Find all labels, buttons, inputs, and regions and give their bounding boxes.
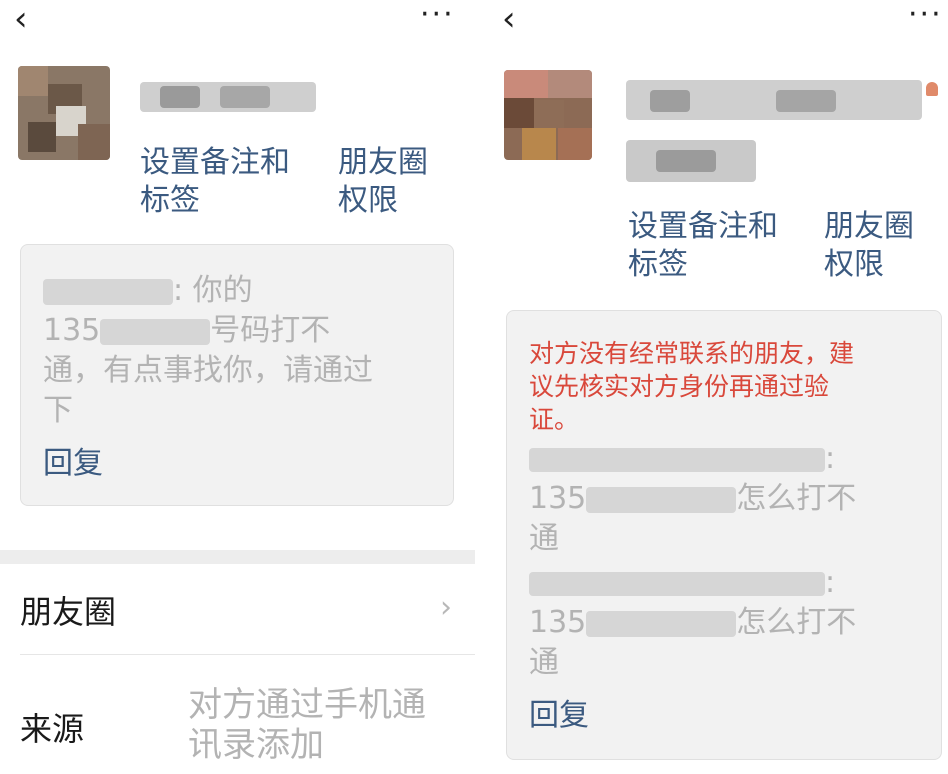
more-dots-icon[interactable]: ··· — [420, 0, 455, 30]
nickname-blurred — [626, 76, 926, 188]
moments-permission-link[interactable]: 朋友圈 权限 — [338, 144, 428, 220]
moments-row[interactable]: 朋友圈 › — [0, 564, 475, 654]
section-divider — [0, 550, 475, 564]
verification-message-card: : 你的 135 号码打不 通，有点事找你，请通过 下 回复 — [20, 244, 454, 506]
set-remark-tags-link[interactable]: 设置备注和 标签 — [140, 144, 290, 220]
avatar[interactable] — [504, 70, 592, 160]
moments-permission-link[interactable]: 朋友圈 权限 — [824, 208, 914, 284]
verification-message: : 135 怎么打不 通 — [529, 441, 857, 556]
reply-link[interactable]: 回复 — [529, 697, 589, 735]
chevron-left-icon[interactable]: ‹ — [502, 2, 516, 36]
chevron-left-icon[interactable]: ‹ — [14, 2, 28, 36]
verification-message-card: 对方没有经常联系的朋友，建 议先核实对方身份再通过验 证。 : 135 怎么打不 … — [506, 310, 942, 760]
avatar[interactable] — [18, 66, 110, 160]
right-profile-panel: ‹ ··· 设置备注和 标签 朋友圈 权限 对方没有经常联系的朋友，建 议先核实… — [486, 0, 948, 774]
set-remark-tags-link[interactable]: 设置备注和 标签 — [628, 208, 778, 284]
nickname-blurred — [140, 76, 316, 120]
verification-message: : 135 怎么打不 通 — [529, 565, 857, 680]
left-profile-panel: ‹ ··· 设置备注和 标签 朋友圈 权限 : 你的 135 号码打不 通，有点事… — [0, 0, 475, 774]
chevron-right-icon: › — [440, 590, 452, 625]
source-row-label: 来源 — [20, 710, 85, 748]
gender-icon — [926, 82, 938, 96]
moments-row-label: 朋友圈 — [20, 593, 117, 631]
more-dots-icon[interactable]: ··· — [908, 0, 943, 30]
source-row: 来源 对方通过手机通 讯录添加 — [0, 655, 475, 774]
source-row-value: 对方通过手机通 讯录添加 — [188, 685, 426, 765]
verification-message: : 你的 135 号码打不 通，有点事找你，请通过 下 — [43, 273, 373, 428]
reply-link[interactable]: 回复 — [43, 445, 103, 483]
security-warning: 对方没有经常联系的朋友，建 议先核实对方身份再通过验 证。 — [529, 339, 855, 434]
